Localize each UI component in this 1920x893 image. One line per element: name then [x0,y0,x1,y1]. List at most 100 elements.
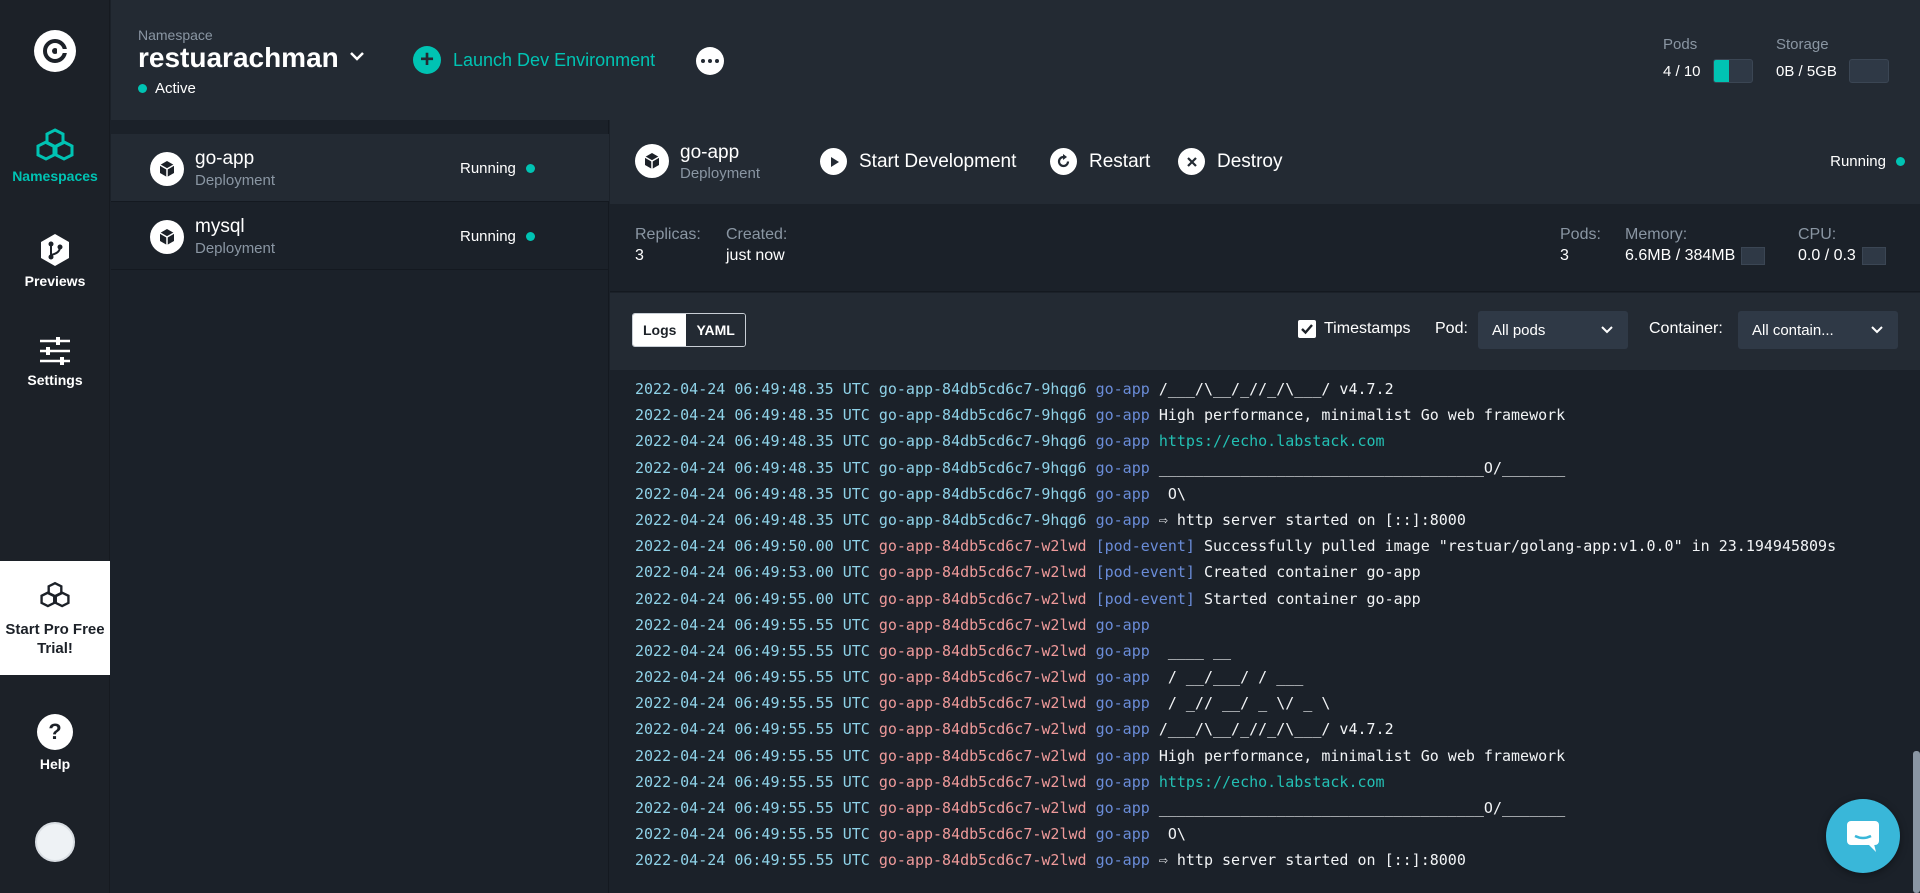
status-text: Running [460,228,516,245]
status-badge: Running [460,228,535,245]
created-label: Created: [726,226,788,243]
destroy-label: Destroy [1217,150,1283,172]
nav-help[interactable]: ? Help [0,714,110,772]
log-line: 2022-04-24 06:49:55.55 UTC go-app-84db5c… [635,821,1913,847]
nav-previews[interactable]: Previews [0,233,110,289]
log-container: [pod-event] [1095,589,1195,608]
cpu-bar [1861,247,1886,265]
close-icon [1178,148,1205,175]
help-icon: ? [37,714,73,750]
log-message: / __/___/ / ___ [1158,668,1304,687]
launch-label: Launch Dev Environment [453,49,656,70]
destroy-button[interactable]: Destroy [1178,148,1282,175]
user-avatar[interactable] [35,822,75,862]
log-pod-name: go-app-84db5cd6c7-9hqg6 [878,510,1087,529]
pro-trial-promo[interactable]: Start Pro Free Trial! [0,561,110,675]
log-message: https://echo.labstack.com [1158,432,1385,451]
memory-stat: Memory: 6.6MB / 384MB [1625,226,1766,265]
log-pod-name: go-app-84db5cd6c7-w2lwd [878,641,1087,660]
memory-bar [1741,247,1766,265]
log-message: Successfully pulled image "restuar/golan… [1203,537,1837,556]
container-select-value: All contain... [1752,321,1834,339]
log-line: 2022-04-24 06:49:48.35 UTC go-app-84db5c… [635,455,1913,481]
cpu-value: 0.0 / 0.3 [1798,247,1856,265]
log-line: 2022-04-24 06:49:50.00 UTC go-app-84db5c… [635,533,1913,559]
log-timestamp: 2022-04-24 06:49:55.55 UTC [635,825,870,844]
scrollbar-thumb[interactable] [1913,751,1920,893]
storage-quota-bar [1849,59,1890,83]
status-dot [525,164,535,173]
log-message: ____ __ [1158,641,1232,660]
log-message: /___/\__/_//_/\___/ v4.7.2 [1158,380,1394,398]
checkbox-checked-icon[interactable] [1298,320,1316,338]
list-item[interactable]: mysql Deployment Running [111,202,609,270]
log-message: ⇨ http server started on [::]:8000 [1158,510,1466,529]
log-line: 2022-04-24 06:49:53.00 UTC go-app-84db5c… [635,559,1913,585]
nav-settings-label: Settings [27,372,83,388]
log-pod-name: go-app-84db5cd6c7-w2lwd [878,615,1087,634]
app: Namespaces Previews Settings Start Pro F… [0,0,1920,893]
tab-logs[interactable]: Logs [633,314,687,346]
pods-stat: Pods: 3 [1560,226,1601,265]
log-pod-name: go-app-84db5cd6c7-9hqg6 [878,406,1087,425]
okteto-logo[interactable] [34,30,76,72]
log-scrollbar[interactable] [1913,371,1920,893]
log-timestamp: 2022-04-24 06:49:55.55 UTC [635,720,870,739]
status-text: Running [460,160,516,177]
log-container: go-app [1095,406,1150,425]
left-nav: Namespaces Previews Settings Start Pro F… [0,0,110,893]
nav-settings[interactable]: Settings [0,336,110,388]
list-item-kind: Deployment [195,172,276,189]
cube-icon [150,152,184,186]
more-options-button[interactable] [696,47,724,75]
nav-namespaces[interactable]: Namespaces [0,128,110,184]
header: Namespace restuarachman Active + Launch … [111,0,1920,120]
restart-label: Restart [1089,150,1151,172]
pods-quota-value: 4 / 10 [1663,62,1701,80]
start-development-button[interactable]: Start Development [820,148,1016,175]
log-timestamp: 2022-04-24 06:49:50.00 UTC [635,537,870,556]
settings-icon [40,337,70,365]
created-value: just now [726,247,785,264]
created-stat: Created: just now [726,226,787,265]
log-output[interactable]: 2022-04-24 06:49:48.35 UTC go-app-84db5c… [610,371,1913,893]
storage-quota-label: Storage [1776,36,1829,53]
chat-icon [1847,821,1879,852]
log-pod-name: go-app-84db5cd6c7-w2lwd [878,746,1087,765]
timestamps-toggle[interactable]: Timestamps [1298,320,1411,338]
log-message: ____________________________________O/__… [1158,799,1566,817]
cpu-label: CPU: [1798,226,1837,243]
log-container: go-app [1095,799,1150,817]
log-pod-name: go-app-84db5cd6c7-9hqg6 [878,380,1087,398]
log-timestamp: 2022-04-24 06:49:55.55 UTC [635,694,870,713]
log-pod-name: go-app-84db5cd6c7-w2lwd [878,851,1087,870]
restart-button[interactable]: Restart [1050,148,1150,175]
chevron-down-icon[interactable] [349,50,365,62]
container-select[interactable]: All contain... [1738,311,1898,349]
log-line: 2022-04-24 06:49:48.35 UTC go-app-84db5c… [635,481,1913,507]
pod-select[interactable]: All pods [1478,311,1628,349]
namespace-label: Namespace [138,27,213,43]
promo-label: Start Pro Free Trial! [5,621,105,657]
log-timestamp: 2022-04-24 06:49:48.35 UTC [635,432,870,451]
status-dot [138,84,147,93]
view-toggle: Logs YAML [632,313,746,347]
list-item[interactable]: go-app Deployment Running [111,134,609,202]
launch-dev-env-button[interactable]: + Launch Dev Environment [413,46,655,74]
log-line: 2022-04-24 06:49:55.00 UTC go-app-84db5c… [635,586,1913,612]
log-line: 2022-04-24 06:49:55.55 UTC go-app-84db5c… [635,716,1913,742]
namespace-name[interactable]: restuarachman [138,42,339,74]
log-timestamp: 2022-04-24 06:49:55.55 UTC [635,746,870,765]
log-line: 2022-04-24 06:49:55.55 UTC go-app-84db5c… [635,690,1913,716]
logo-icon [43,39,67,63]
chat-button[interactable] [1826,799,1900,873]
log-message: ____________________________________O/__… [1158,458,1566,477]
tab-yaml[interactable]: YAML [686,314,745,346]
log-pod-name: go-app-84db5cd6c7-w2lwd [878,694,1087,713]
pods-quota-label: Pods [1663,36,1698,53]
pods-quota: Pods 4 / 10 [1663,36,1753,83]
logs-toolbar: Logs YAML Timestamps Pod: All pods Conta… [610,293,1920,370]
nav-help-label: Help [39,756,71,772]
status-badge: Running [460,160,535,177]
log-container: go-app [1095,694,1150,713]
